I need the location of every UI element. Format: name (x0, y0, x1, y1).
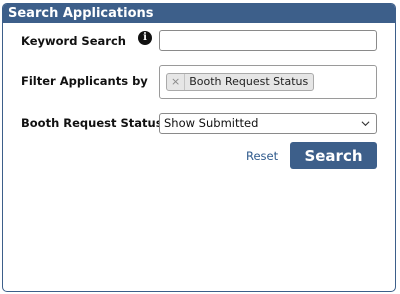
search-applications-panel: Search Applications Keyword Search i Fil… (2, 3, 396, 292)
filter-applicants-label: Filter Applicants by (21, 74, 148, 88)
keyword-search-input[interactable] (159, 30, 377, 51)
reset-link[interactable]: Reset (246, 149, 278, 163)
panel-title: Search Applications (3, 4, 395, 23)
booth-request-status-value: Show Submitted (164, 116, 259, 130)
booth-request-status-select[interactable]: Show Submitted (159, 113, 377, 134)
info-icon[interactable]: i (138, 31, 152, 45)
chevron-down-icon (361, 121, 370, 127)
booth-request-status-label: Booth Request Status (21, 116, 163, 130)
chip-remove-icon[interactable]: × (171, 74, 186, 90)
chip-label: Booth Request Status (189, 75, 309, 88)
filter-applicants-multiselect[interactable]: × Booth Request Status (159, 65, 377, 99)
filter-chip: × Booth Request Status (166, 73, 315, 91)
keyword-search-label: Keyword Search (21, 34, 126, 48)
search-button[interactable]: Search (290, 142, 377, 169)
